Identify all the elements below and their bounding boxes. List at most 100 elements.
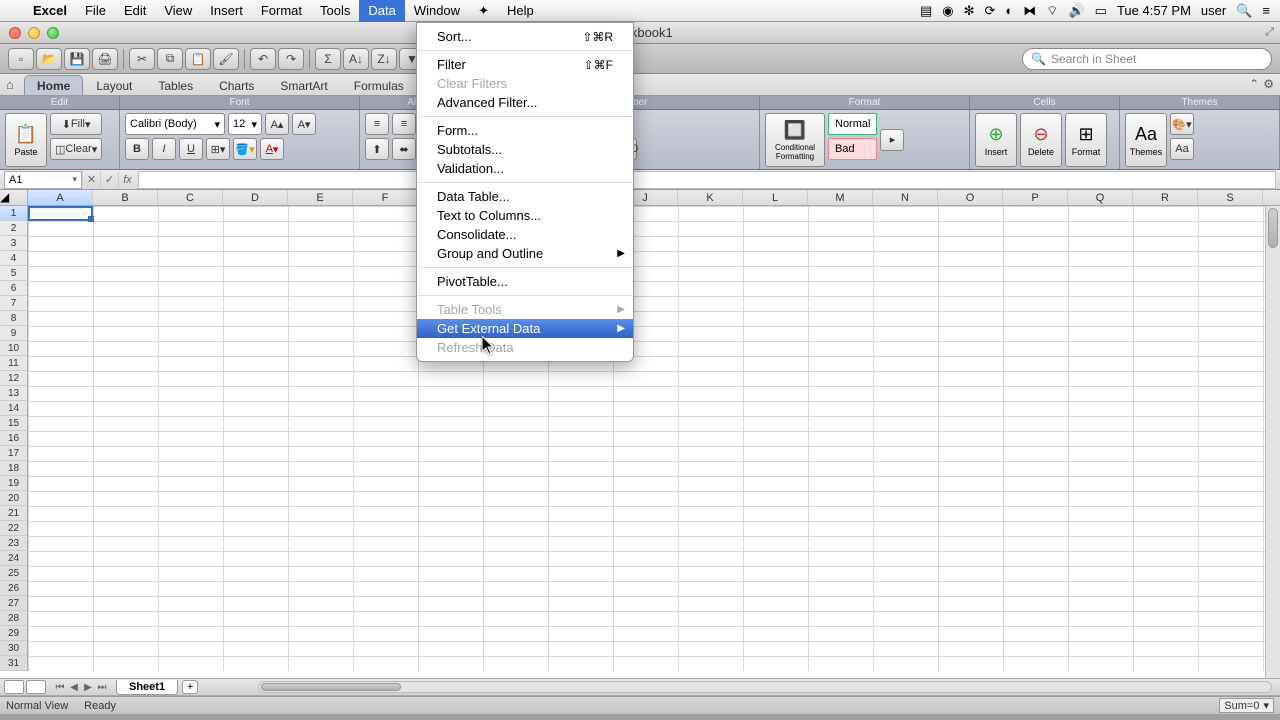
row-header[interactable]: 28 [0, 611, 27, 626]
bluetooth-icon[interactable]: ⧓ [1023, 3, 1036, 19]
clock[interactable]: Tue 4:57 PM [1117, 3, 1191, 18]
conditional-formatting-button[interactable]: 🔲Conditional Formatting [765, 113, 825, 167]
fullscreen-icon[interactable]: ⤢ [1265, 26, 1280, 39]
spotlight-icon[interactable]: 🔍 [1236, 3, 1252, 19]
row-header[interactable]: 25 [0, 566, 27, 581]
column-header[interactable]: A [28, 190, 93, 205]
menu-data[interactable]: Data [359, 0, 404, 22]
column-header[interactable]: P [1003, 190, 1068, 205]
menu-window[interactable]: Window [405, 0, 469, 22]
save-button[interactable]: 💾 [64, 48, 90, 70]
row-header[interactable]: 6 [0, 281, 27, 296]
delete-cells-button[interactable]: ⊖Delete [1020, 113, 1062, 167]
themes-button[interactable]: AaThemes [1125, 113, 1167, 167]
fill-color-button[interactable]: 🪣▾ [233, 138, 257, 160]
row-header[interactable]: 17 [0, 446, 27, 461]
row-header[interactable]: 4 [0, 251, 27, 266]
menu-edit[interactable]: Edit [115, 0, 155, 22]
column-header[interactable]: L [743, 190, 808, 205]
column-header[interactable]: D [223, 190, 288, 205]
column-header[interactable]: O [938, 190, 1003, 205]
row-header[interactable]: 19 [0, 476, 27, 491]
tab-tables[interactable]: Tables [145, 75, 206, 95]
ribbon-settings-icon[interactable]: ⚙ [1263, 77, 1274, 91]
column-header[interactable]: E [288, 190, 353, 205]
fill-handle[interactable] [88, 216, 94, 222]
row-header[interactable]: 27 [0, 596, 27, 611]
row-header[interactable]: 29 [0, 626, 27, 641]
page-layout-view-button[interactable] [26, 680, 46, 694]
theme-colors-button[interactable]: 🎨▾ [1170, 113, 1194, 135]
app-name[interactable]: Excel [24, 3, 76, 18]
font-size-select[interactable]: 12▾ [228, 113, 262, 135]
styles-more-button[interactable]: ▸ [880, 129, 904, 151]
tab-layout[interactable]: Layout [83, 75, 145, 95]
wifi-icon[interactable]: ⌔ [1046, 3, 1058, 19]
shrink-font-button[interactable]: A▾ [292, 113, 316, 135]
row-header[interactable]: 12 [0, 371, 27, 386]
row-header[interactable]: 26 [0, 581, 27, 596]
bold-button[interactable]: B [125, 138, 149, 160]
sort-asc-button[interactable]: A↓ [343, 48, 369, 70]
status-icon[interactable]: ▤ [920, 3, 932, 19]
normal-view-button[interactable] [4, 680, 24, 694]
paste-button[interactable]: 📋 [185, 48, 211, 70]
add-sheet-button[interactable]: + [182, 680, 198, 694]
menu-item-consolidate[interactable]: Consolidate... [417, 225, 633, 244]
sheet-nav-buttons[interactable]: ⏮◀▶⏭ [50, 682, 112, 693]
row-header[interactable]: 14 [0, 401, 27, 416]
column-header[interactable]: K [678, 190, 743, 205]
vertical-scrollbar[interactable] [1265, 206, 1280, 678]
row-header[interactable]: 5 [0, 266, 27, 281]
align-left-button[interactable]: ≡ [365, 113, 389, 135]
row-header[interactable]: 23 [0, 536, 27, 551]
format-cells-button[interactable]: ⊞Format [1065, 113, 1107, 167]
status-icon[interactable]: ✻ [964, 3, 975, 19]
formula-input[interactable] [138, 171, 1276, 189]
menu-item-sort[interactable]: Sort...⇧⌘R [417, 27, 633, 46]
autosum-button[interactable]: Σ [315, 48, 341, 70]
row-header[interactable]: 3 [0, 236, 27, 251]
menu-item-advanced-filter[interactable]: Advanced Filter... [417, 93, 633, 112]
search-in-sheet[interactable]: 🔍 Search in Sheet [1022, 48, 1272, 70]
row-header[interactable]: 10 [0, 341, 27, 356]
row-header[interactable]: 21 [0, 506, 27, 521]
fx-icon[interactable]: fx [118, 171, 136, 189]
menu-insert[interactable]: Insert [201, 0, 252, 22]
row-header[interactable]: 8 [0, 311, 27, 326]
row-header[interactable]: 31 [0, 656, 27, 671]
row-header[interactable]: 13 [0, 386, 27, 401]
row-header[interactable]: 20 [0, 491, 27, 506]
sort-desc-button[interactable]: Z↓ [371, 48, 397, 70]
select-all-corner[interactable]: ◢ [0, 190, 28, 205]
redo-button[interactable]: ↷ [278, 48, 304, 70]
menu-script-icon[interactable]: ✦ [469, 0, 498, 22]
row-header[interactable]: 22 [0, 521, 27, 536]
print-button[interactable]: 🖨 [92, 48, 118, 70]
menu-format[interactable]: Format [252, 0, 311, 22]
sum-indicator[interactable]: Sum=0▾ [1219, 698, 1274, 713]
row-header[interactable]: 15 [0, 416, 27, 431]
cut-button[interactable]: ✂ [129, 48, 155, 70]
tab-charts[interactable]: Charts [206, 75, 267, 95]
menu-item-text-to-columns[interactable]: Text to Columns... [417, 206, 633, 225]
menu-item-get-external-data[interactable]: Get External Data▶ [417, 319, 633, 338]
undo-button[interactable]: ↶ [250, 48, 276, 70]
row-header[interactable]: 9 [0, 326, 27, 341]
battery-icon[interactable]: ▭ [1095, 3, 1107, 19]
menu-item-validation[interactable]: Validation... [417, 159, 633, 178]
menu-item-pivottable[interactable]: PivotTable... [417, 272, 633, 291]
copy-button[interactable]: ⧉ [157, 48, 183, 70]
valign-mid-button[interactable]: ⬌ [392, 138, 416, 160]
enter-formula-icon[interactable]: ✓ [100, 171, 118, 189]
close-button[interactable] [9, 27, 21, 39]
user-menu[interactable]: user [1201, 3, 1226, 18]
menu-item-group-and-outline[interactable]: Group and Outline▶ [417, 244, 633, 263]
zoom-button[interactable] [47, 27, 59, 39]
menu-item-data-table[interactable]: Data Table... [417, 187, 633, 206]
row-header[interactable]: 16 [0, 431, 27, 446]
column-header[interactable]: Q [1068, 190, 1133, 205]
row-header[interactable]: 2 [0, 221, 27, 236]
tab-smartart[interactable]: SmartArt [267, 75, 340, 95]
column-header[interactable]: C [158, 190, 223, 205]
